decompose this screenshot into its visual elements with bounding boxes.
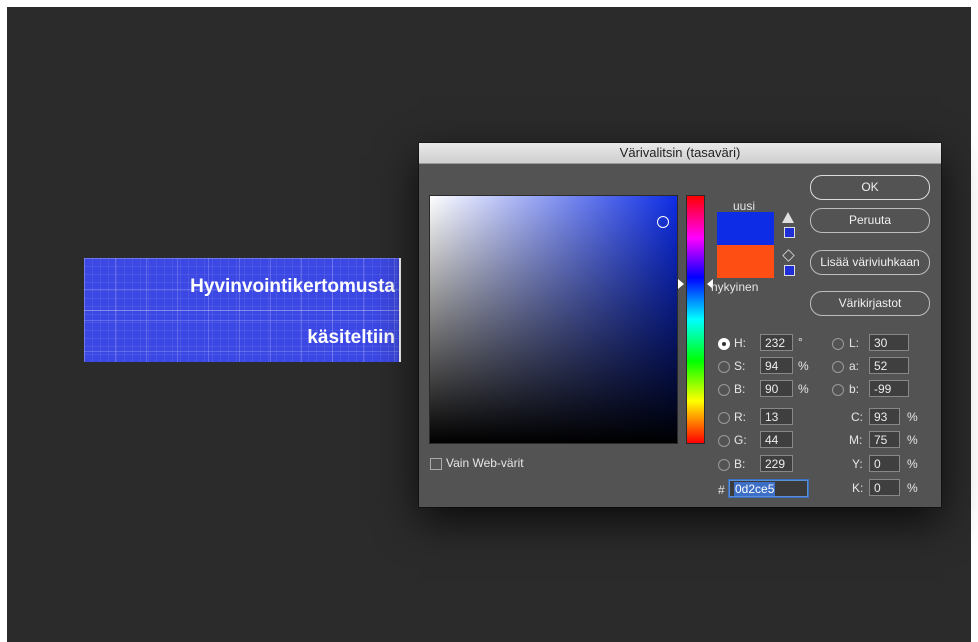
- hue-slider[interactable]: [686, 195, 705, 444]
- lab-b-label: b:: [849, 382, 860, 396]
- ok-button[interactable]: OK: [810, 175, 930, 200]
- gamut-correction-swatch[interactable]: [784, 227, 795, 238]
- cancel-button[interactable]: Peruuta: [810, 208, 930, 233]
- yellow-unit: %: [907, 457, 918, 471]
- radio-red[interactable]: [718, 412, 730, 424]
- add-to-swatches-button[interactable]: Lisää väriviuhkaan: [810, 250, 930, 275]
- black-label: K:: [852, 481, 864, 495]
- saturation-brightness-field[interactable]: [429, 195, 678, 444]
- color-picker-dialog: Värivalitsin (tasaväri) uusi nykyinen OK…: [419, 143, 941, 507]
- radio-green[interactable]: [718, 435, 730, 447]
- radio-lightness[interactable]: [832, 338, 844, 350]
- lab-l-label: L:: [849, 336, 860, 350]
- cyan-unit: %: [907, 410, 918, 424]
- hue-slider-arrow-left[interactable]: [678, 279, 684, 289]
- magenta-unit: %: [907, 433, 918, 447]
- hue-field[interactable]: 232: [760, 334, 793, 351]
- hue-label: H:: [734, 336, 746, 350]
- color-libraries-button[interactable]: Värikirjastot: [810, 291, 930, 316]
- hex-field[interactable]: 0d2ce5: [729, 480, 808, 497]
- magenta-label: M:: [849, 433, 863, 447]
- lab-a-field[interactable]: 52: [869, 357, 909, 374]
- red-label: R:: [734, 410, 746, 424]
- cyan-field[interactable]: 93: [869, 408, 900, 425]
- text-layer-edge: [399, 258, 401, 362]
- hue-unit: °: [798, 335, 803, 349]
- lab-b-field[interactable]: -99: [869, 380, 909, 397]
- brightness-unit: %: [798, 382, 809, 396]
- web-colors-label[interactable]: Vain Web-värit: [446, 456, 524, 470]
- web-safe-correction-swatch[interactable]: [784, 265, 795, 276]
- black-field[interactable]: 0: [869, 479, 900, 496]
- web-colors-checkbox[interactable]: [430, 458, 442, 470]
- current-color-label: nykyinen: [711, 280, 759, 294]
- radio-saturation[interactable]: [718, 361, 730, 373]
- dialog-title[interactable]: Värivalitsin (tasaväri): [419, 143, 941, 164]
- green-field[interactable]: 44: [760, 431, 793, 448]
- yellow-field[interactable]: 0: [869, 455, 900, 472]
- cyan-label: C:: [851, 410, 863, 424]
- web-safe-cube-icon[interactable]: [782, 249, 795, 262]
- saturation-unit: %: [798, 359, 809, 373]
- out-of-gamut-warning-icon[interactable]: [782, 212, 794, 223]
- new-color-swatch: [717, 212, 774, 245]
- lab-l-field[interactable]: 30: [869, 334, 909, 351]
- text-layer-line-2: käsiteltiin: [307, 327, 395, 348]
- color-marker[interactable]: [657, 216, 669, 228]
- saturation-field[interactable]: 94: [760, 357, 793, 374]
- green-label: G:: [734, 433, 747, 447]
- brightness-label: B:: [734, 382, 746, 396]
- current-color-swatch[interactable]: [717, 245, 774, 278]
- brightness-field[interactable]: 90: [760, 380, 793, 397]
- black-unit: %: [907, 481, 918, 495]
- hex-value: 0d2ce5: [734, 482, 776, 496]
- radio-hue[interactable]: [718, 338, 730, 350]
- radio-lab-a[interactable]: [832, 361, 844, 373]
- magenta-field[interactable]: 75: [869, 431, 900, 448]
- blue-field[interactable]: 229: [760, 455, 793, 472]
- hex-prefix: #: [718, 483, 725, 497]
- new-color-label: uusi: [733, 199, 756, 213]
- radio-lab-b[interactable]: [832, 384, 844, 396]
- blue-label: B:: [734, 457, 746, 471]
- text-layer-divider: [84, 310, 401, 311]
- radio-brightness[interactable]: [718, 384, 730, 396]
- radio-blue[interactable]: [718, 459, 730, 471]
- text-layer-line-1: Hyvinvointikertomusta: [190, 276, 395, 297]
- lab-a-label: a:: [849, 359, 860, 373]
- saturation-label: S:: [734, 359, 746, 373]
- yellow-label: Y:: [852, 457, 863, 471]
- text-layer[interactable]: Hyvinvointikertomusta käsiteltiin: [84, 258, 401, 362]
- red-field[interactable]: 13: [760, 408, 793, 425]
